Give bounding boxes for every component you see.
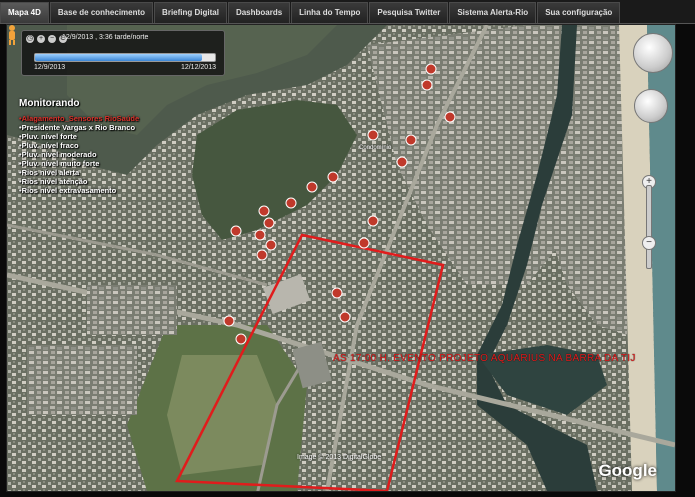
tab-sua-configuracao[interactable]: Sua configuração [537, 2, 621, 23]
zoom-out-icon[interactable]: − [48, 35, 56, 43]
time-end: 12/12/2013 [180, 64, 216, 71]
place-label: Condomínio [359, 145, 392, 151]
legend-title: Monitorando [19, 98, 80, 109]
tab-sistema-alerta-rio[interactable]: Sistema Alerta-Rio [449, 2, 537, 23]
tab-base-de-conhecimento[interactable]: Base de conhecimento [49, 2, 154, 23]
time-current: 12/9/2013 , 3:36 tarde/norte [62, 34, 149, 41]
legend-item[interactable]: Pluv. nível forte [19, 132, 139, 141]
legend-item[interactable]: Alagamento_Sensores RioSaúde [19, 114, 140, 123]
tab-dashboards[interactable]: Dashboards [227, 2, 291, 23]
legend-item[interactable]: Rios nível atenção [19, 177, 139, 186]
satellite-imagery [7, 25, 675, 491]
map-view[interactable]: ◷ + − ⚙ 12/9/2013 , 3:36 tarde/norte 12/… [6, 24, 676, 492]
google-logo: Google [598, 461, 657, 480]
time-slider-fill [35, 54, 203, 61]
monitoring-legend: Monitorando Alagamento_Sensores RioSaúde… [19, 98, 140, 196]
time-slider-panel: ◷ + − ⚙ 12/9/2013 , 3:36 tarde/norte 12/… [21, 30, 225, 76]
tab-pesquisa-twitter[interactable]: Pesquisa Twitter [369, 2, 449, 23]
legend-item[interactable]: Pluv. nível fraco [19, 141, 139, 150]
zoom-slider[interactable] [646, 185, 652, 269]
pegman-icon[interactable] [7, 25, 17, 45]
look-around-control[interactable] [633, 33, 673, 73]
zoom-out-button[interactable]: − [642, 236, 656, 250]
tab-mapa-4d[interactable]: Mapa 4D [0, 2, 49, 23]
tab-linha-do-tempo[interactable]: Linha do Tempo [291, 2, 369, 23]
legend-item[interactable]: Rios nível extravasamento [19, 186, 139, 195]
tab-briefing-digital[interactable]: Briefing Digital [154, 2, 227, 23]
clock-icon[interactable]: ◷ [26, 35, 34, 43]
legend-item[interactable]: Rios nível alerta [19, 168, 139, 177]
event-annotation: AS 17:00 H. EVENTO PROJETO AQUARIUS NA B… [333, 353, 636, 364]
move-control[interactable] [634, 89, 668, 123]
legend-item[interactable]: Presidente Vargas x Rio Branco [19, 123, 139, 132]
zoom-in-icon[interactable]: + [37, 35, 45, 43]
app-window: Mapa 4D Base de conhecimento Briefing Di… [0, 0, 695, 497]
time-slider[interactable] [34, 53, 216, 62]
imagery-credit: Image © 2013 DigitalGlobe [297, 454, 382, 461]
time-controls: ◷ + − ⚙ [26, 35, 67, 43]
tab-bar: Mapa 4D Base de conhecimento Briefing Di… [0, 0, 695, 24]
legend-item[interactable]: Pluv. nível muito forte [19, 159, 139, 168]
legend-item[interactable]: Pluv. nível moderado [19, 150, 139, 159]
time-start: 12/9/2013 [34, 64, 66, 71]
